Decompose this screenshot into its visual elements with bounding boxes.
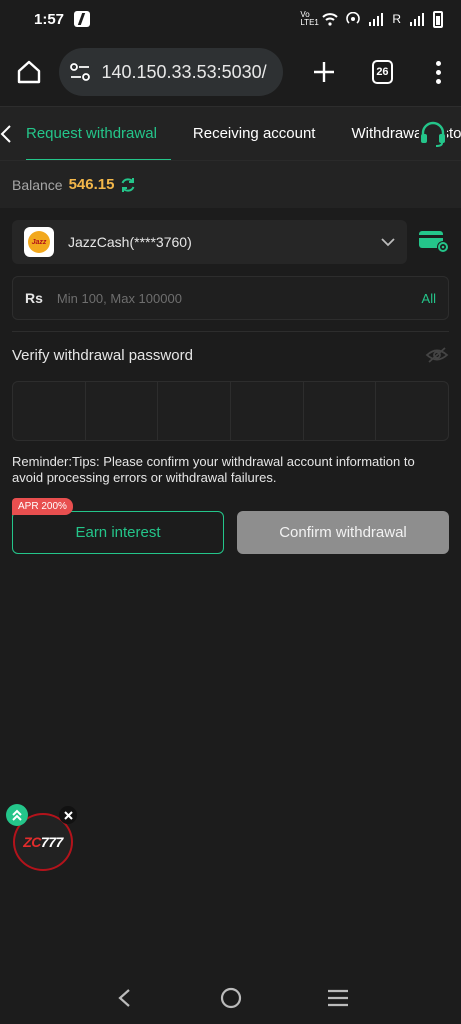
close-promo-button[interactable] — [59, 806, 77, 824]
withdrawal-nav: Request withdrawal Receiving account Wit… — [0, 106, 461, 161]
signal-icon — [369, 13, 384, 26]
back-arrow-icon — [117, 989, 130, 1007]
recents-icon — [327, 989, 348, 1007]
status-left: 1:57 — [34, 10, 91, 28]
reminder-text: Reminder:Tips: Please confirm your withd… — [12, 454, 415, 485]
promo-logo-prefix: ZC — [23, 834, 41, 850]
toggle-password-visibility[interactable] — [425, 346, 449, 364]
headset-icon — [421, 121, 445, 147]
browser-toolbar: 140.150.33.53:5030/ 26 — [0, 38, 461, 106]
balance-value: 546.15 — [68, 176, 115, 193]
tab-switcher-button[interactable]: 26 — [372, 60, 393, 84]
eye-off-icon — [425, 347, 449, 363]
expand-promo-button[interactable] — [6, 804, 28, 826]
hotspot-icon — [346, 12, 361, 24]
confirm-withdrawal-button[interactable]: Confirm withdrawal — [237, 511, 449, 554]
amount-field: Rs All — [12, 276, 449, 320]
roaming-label: R — [392, 12, 401, 26]
browser-menu-button[interactable] — [431, 60, 447, 84]
tab-request-withdrawal[interactable]: Request withdrawal — [12, 107, 171, 161]
system-recents-button[interactable] — [323, 983, 353, 1013]
jazzcash-logo-text: Jazz — [31, 238, 47, 246]
earn-interest-button[interactable]: Earn interest — [12, 511, 224, 554]
status-bar: 1:57 Vo LTE1 R — [0, 0, 461, 38]
status-right: Vo LTE1 R — [300, 10, 443, 28]
tab-receiving-account[interactable]: Receiving account — [171, 107, 330, 161]
divider — [12, 331, 449, 332]
password-label: Verify withdrawal password — [12, 347, 193, 364]
card-settings-icon — [419, 231, 449, 253]
chevron-down-icon — [381, 237, 395, 246]
close-icon — [63, 810, 73, 820]
battery-icon — [433, 10, 443, 28]
password-digit-1[interactable] — [13, 382, 86, 440]
password-digit-2[interactable] — [86, 382, 159, 440]
site-settings-icon[interactable] — [69, 62, 91, 82]
home-icon — [17, 60, 40, 84]
promo-logo-suffix: 777 — [40, 834, 63, 850]
wifi-icon — [322, 13, 339, 26]
currency-label: Rs — [25, 290, 43, 306]
volte-label: Vo LTE1 — [300, 10, 319, 27]
balance-label: Balance — [12, 176, 63, 193]
plus-icon — [313, 62, 334, 82]
refresh-icon[interactable] — [120, 177, 136, 193]
password-digit-6[interactable] — [376, 382, 448, 440]
chevron-left-icon — [0, 124, 11, 143]
url-text: 140.150.33.53:5030/ — [101, 61, 267, 82]
notification-app-icon — [74, 11, 91, 27]
system-navigation-bar — [0, 972, 461, 1024]
password-digit-4[interactable] — [231, 382, 304, 440]
selected-account-label: JazzCash(****3760) — [68, 234, 192, 250]
manage-cards-button[interactable] — [418, 228, 450, 254]
system-back-button[interactable] — [109, 983, 139, 1013]
withdrawal-account-select[interactable]: Jazz JazzCash(****3760) — [12, 220, 407, 264]
password-digit-3[interactable] — [158, 382, 232, 440]
password-digit-5[interactable] — [304, 382, 377, 440]
balance-row: Balance 546.15 — [0, 160, 461, 208]
jazzcash-logo: Jazz — [24, 227, 54, 257]
home-circle-icon — [220, 987, 241, 1009]
password-input[interactable] — [12, 381, 449, 441]
promo-logo-text: ZC777 — [23, 834, 63, 850]
home-button[interactable] — [14, 54, 43, 90]
amount-input[interactable] — [56, 290, 408, 306]
customer-support-button[interactable] — [419, 120, 447, 148]
all-amount-button[interactable]: All — [422, 291, 436, 306]
system-home-button[interactable] — [216, 983, 246, 1013]
back-button[interactable] — [0, 107, 12, 161]
new-tab-button[interactable] — [307, 52, 340, 92]
apr-badge: APR 200% — [12, 498, 73, 515]
signal-icon-2 — [410, 13, 424, 26]
double-chevron-up-icon — [12, 809, 22, 821]
status-time: 1:57 — [34, 10, 65, 28]
address-bar[interactable]: 140.150.33.53:5030/ — [59, 48, 284, 96]
